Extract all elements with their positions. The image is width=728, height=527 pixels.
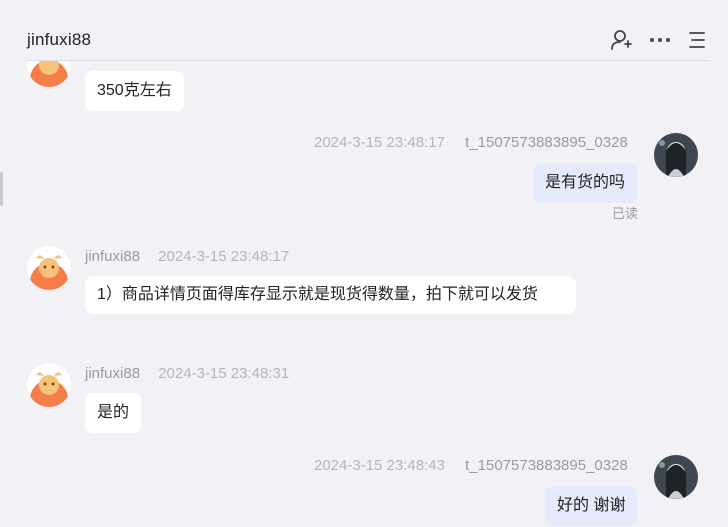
avatar[interactable] — [654, 133, 698, 177]
message-time: 2024-3-15 23:48:17 — [314, 134, 445, 151]
message-sender: jinfuxi88 — [85, 248, 141, 265]
chat-area: 350克左右 2024-3-15 23:48:17 t_150757388389… — [0, 0, 728, 527]
chat-title: jinfuxi88 — [27, 30, 92, 49]
avatar[interactable] — [27, 363, 71, 407]
message-meta: 2024-3-15 23:48:17 t_1507573883895_0328 — [314, 134, 628, 151]
message-bubble[interactable]: 好的 谢谢 — [545, 486, 638, 526]
resize-handle[interactable] — [0, 172, 3, 206]
message-bubble[interactable]: 是的 — [85, 393, 142, 433]
message-time: 2024-3-15 23:48:17 — [158, 248, 290, 265]
message-meta: jinfuxi88 2024-3-15 23:48:17 — [85, 248, 289, 265]
message-sender: t_1507573883895_0328 — [465, 134, 628, 151]
message-text: 是的 — [97, 404, 130, 421]
message-time: 2024-3-15 23:48:43 — [314, 457, 445, 474]
message-meta: 2024-3-15 23:48:43 t_1507573883895_0328 — [314, 457, 628, 474]
message-text: 1）商品详情页面得库存显示就是现货得数量，拍下就可以发货 — [97, 286, 538, 303]
message-text: 好的 谢谢 — [557, 497, 626, 514]
add-contact-icon[interactable] — [609, 28, 633, 52]
avatar[interactable] — [27, 246, 71, 290]
menu-icon[interactable] — [685, 28, 709, 52]
message-time: 2024-3-15 23:48:31 — [158, 365, 290, 382]
chat-header: jinfuxi88 — [0, 0, 728, 61]
message-bubble[interactable]: 350克左右 — [85, 71, 184, 111]
message-sender: jinfuxi88 — [85, 365, 141, 382]
message-sender: t_1507573883895_0328 — [465, 457, 628, 474]
read-receipt: 已读 — [612, 206, 639, 221]
message-bubble[interactable]: 是有货的吗 — [533, 163, 638, 203]
avatar[interactable] — [654, 455, 698, 499]
header-divider — [27, 60, 710, 61]
message-text: 是有货的吗 — [545, 174, 626, 191]
message-bubble[interactable]: 1）商品详情页面得库存显示就是现货得数量，拍下就可以发货 — [85, 276, 576, 314]
message-meta: jinfuxi88 2024-3-15 23:48:31 — [85, 365, 289, 382]
more-icon[interactable] — [648, 28, 672, 52]
message-text: 350克左右 — [97, 82, 172, 99]
